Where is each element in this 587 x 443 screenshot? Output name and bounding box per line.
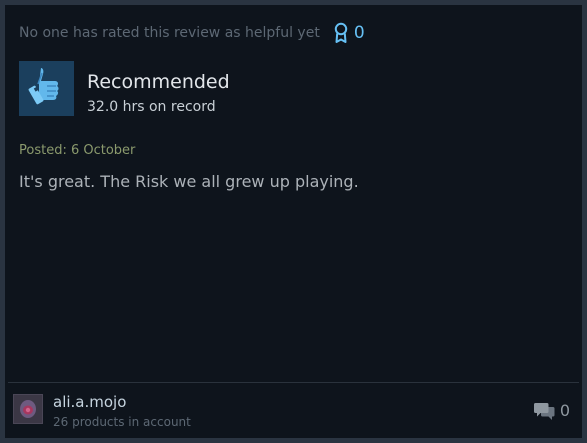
review-card: No one has rated this review as helpful … [5,5,582,438]
author-name[interactable]: ali.a.mojo [53,393,126,411]
products-in-account: 26 products in account [53,415,191,429]
posted-date: Posted: 6 October [19,143,136,158]
helpful-summary: No one has rated this review as helpful … [19,22,365,44]
avatar[interactable] [13,394,43,424]
comment-count: 0 [559,401,570,420]
comment-bubbles-icon [533,402,555,421]
award-button[interactable]: 0 [334,22,365,44]
divider [8,382,579,383]
helpful-text: No one has rated this review as helpful … [19,25,320,41]
comments-button[interactable]: 0 [533,401,570,421]
award-ribbon-icon [334,22,348,44]
thumbs-up-icon [25,65,69,113]
hours-on-record: 32.0 hrs on record [87,99,216,115]
recommendation-title[interactable]: Recommended [87,70,230,94]
award-count: 0 [353,23,365,43]
recommendation-thumb[interactable] [19,61,74,116]
review-text: It's great. The Risk we all grew up play… [19,172,359,191]
